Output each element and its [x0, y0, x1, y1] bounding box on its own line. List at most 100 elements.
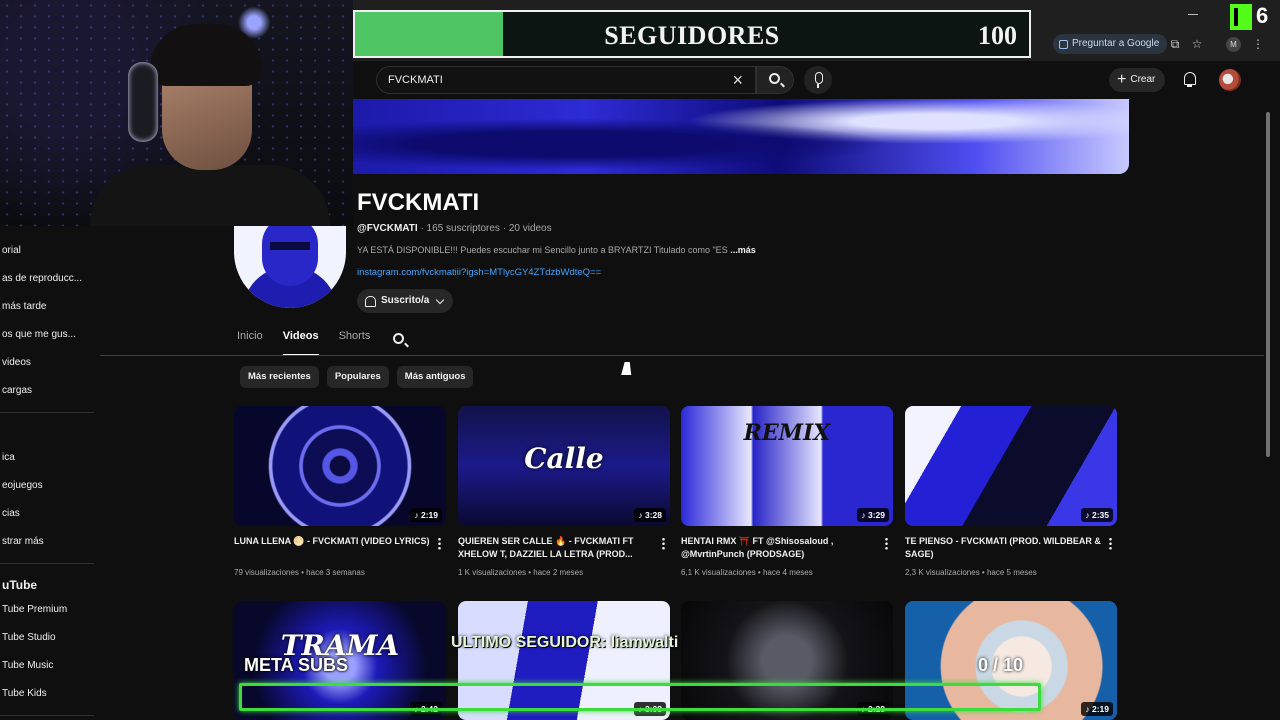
page-scrollbar[interactable] — [1266, 112, 1270, 457]
kick-logo-icon — [1230, 4, 1252, 30]
minimize-icon[interactable] — [1188, 14, 1198, 15]
notifications-bell-icon[interactable] — [1182, 71, 1198, 87]
search-button[interactable] — [756, 66, 794, 94]
video-meta: 79 visualizaciones • hace 3 semanas — [234, 568, 365, 577]
sidebar-item-history[interactable]: orial — [2, 245, 21, 256]
video-duration: ♪ 2:35 — [1081, 508, 1113, 522]
bookmark-star-icon[interactable]: ☆ — [1190, 37, 1204, 51]
channel-stats: · 165 suscriptores · 20 videos — [417, 223, 552, 234]
browser-menu-icon[interactable]: ⋮ — [1251, 37, 1265, 51]
thumbnail-text: Calle — [524, 442, 604, 475]
sidebar-item-music-app[interactable]: Tube Music — [2, 660, 53, 671]
sidebar-item-show-more[interactable]: strar más — [2, 536, 44, 547]
browser-profile-avatar[interactable]: M — [1226, 37, 1241, 52]
sidebar-item-kids[interactable]: Tube Kids — [2, 688, 47, 699]
streamer-body — [90, 165, 330, 226]
search-icon — [769, 73, 780, 84]
search-icon — [393, 333, 404, 344]
more-options-icon[interactable] — [1109, 537, 1112, 550]
webcam-overlay — [0, 0, 353, 226]
avatar-glasses — [270, 242, 310, 250]
video-meta: 2,3 K visualizaciones • hace 5 meses — [905, 568, 1037, 577]
google-lens-icon — [1059, 39, 1068, 49]
sort-chips: Más recientes Populares Más antiguos — [240, 366, 474, 388]
channel-name: FVCKMATI — [357, 189, 480, 216]
tab-shorts[interactable]: Shorts — [339, 330, 371, 354]
channel-link[interactable]: instagram.com/fvckmatiii?igsh=MTlycGY4ZT… — [357, 267, 601, 278]
create-label: Crear — [1130, 74, 1156, 85]
kick-count: 6 — [1256, 3, 1269, 28]
sidebar-item-your-videos[interactable]: videos — [2, 357, 31, 368]
more-options-icon[interactable] — [885, 537, 888, 550]
sidebar-item-liked[interactable]: os que me gus... — [2, 329, 76, 340]
channel-banner — [353, 99, 1129, 174]
sidebar-item-studio[interactable]: Tube Studio — [2, 632, 56, 643]
install-icon[interactable]: ⧉ — [1168, 37, 1182, 51]
chip-most-recent[interactable]: Más recientes — [240, 366, 319, 388]
sidebar-item-premium[interactable]: Tube Premium — [2, 604, 67, 615]
ask-google-button[interactable]: Preguntar a Google — [1053, 34, 1168, 54]
plus-icon: + — [1117, 71, 1127, 88]
create-button[interactable]: + Crear — [1109, 68, 1166, 92]
sidebar-heading-more-youtube: uTube — [2, 578, 38, 592]
clear-search-icon[interactable]: × — [732, 70, 743, 91]
meta-subs-label: META SUBS — [244, 655, 349, 675]
sidebar-item-watch-later[interactable]: más tarde — [2, 301, 46, 312]
video-title[interactable]: QUIEREN SER CALLE 🔥 - FVCKMATI FT XHELOW… — [458, 535, 654, 561]
subscribed-button[interactable]: Suscrito/a — [357, 289, 454, 313]
description-more-link[interactable]: ...más — [730, 245, 756, 255]
sidebar-divider — [0, 563, 94, 564]
sidebar-item-gaming[interactable]: eojuegos — [2, 480, 43, 491]
subs-goal-progress — [239, 683, 1041, 711]
channel-description-text: YA ESTÁ DISPONIBLE!!! Puedes escuchar mi… — [357, 245, 728, 255]
bell-icon — [365, 295, 376, 307]
headphones — [128, 62, 158, 142]
video-thumbnail[interactable]: ♪ 2:19 — [234, 406, 446, 526]
channel-tabs: Inicio Videos Shorts — [237, 330, 371, 356]
more-options-icon[interactable] — [438, 537, 441, 550]
video-meta: 6,1 K visualizaciones • hace 4 meses — [681, 568, 813, 577]
followers-goal-bar: SEGUIDORES 100 — [353, 10, 1031, 58]
video-thumbnail[interactable]: Calle ♪ 3:28 — [458, 406, 670, 526]
video-duration: ♪ 3:28 — [634, 508, 666, 522]
last-follower-label: ULTIMO SEGUIDOR: liamwalti — [451, 634, 679, 651]
channel-handle: @FVCKMATI — [357, 223, 418, 234]
video-title[interactable]: LUNA LLENA 🌕 - FVCKMATI (VIDEO LYRICS) — [234, 535, 430, 548]
chip-popular[interactable]: Populares — [326, 366, 389, 388]
sidebar-item-music[interactable]: ica — [2, 452, 15, 463]
sidebar-item-playlists[interactable]: as de reproducc... — [2, 273, 82, 284]
sidebar: orial as de reproducc... más tarde os qu… — [0, 226, 100, 720]
search-query: FVCKMATI — [388, 74, 443, 86]
tab-videos[interactable]: Videos — [282, 330, 319, 356]
followers-label: SEGUIDORES — [604, 21, 780, 50]
video-duration: ♪ 3:29 — [857, 508, 889, 522]
subs-goal-count: 0 / 10 — [978, 655, 1024, 675]
video-duration: ♪ 2:19 — [1081, 702, 1113, 716]
channel-meta: @FVCKMATI · 165 suscriptores · 20 videos — [357, 223, 552, 234]
video-duration: ♪ 2:19 — [410, 508, 442, 522]
channel-description[interactable]: YA ESTÁ DISPONIBLE!!! Puedes escuchar mi… — [357, 245, 756, 255]
subscribed-label: Suscrito/a — [381, 295, 430, 306]
youtube-topbar: FVCKMATI × + Crear — [353, 61, 1280, 99]
thumbnail-text: REMIX — [743, 420, 831, 446]
tab-home[interactable]: Inicio — [237, 330, 263, 354]
chip-oldest[interactable]: Más antiguos — [396, 366, 474, 388]
video-meta: 1 K visualizaciones • hace 2 meses — [458, 568, 584, 577]
sidebar-item-downloads[interactable]: cargas — [2, 385, 32, 396]
video-title[interactable]: HENTAI RMX ⛩️ FT @Shisosaloud , @MvrtinP… — [681, 535, 877, 561]
tabs-divider — [100, 355, 1264, 356]
sidebar-item-news[interactable]: cias — [2, 508, 20, 519]
video-thumbnail[interactable]: REMIX ♪ 3:29 — [681, 406, 893, 526]
account-avatar[interactable] — [1219, 69, 1241, 91]
more-options-icon[interactable] — [662, 537, 665, 550]
ask-google-label: Preguntar a Google — [1072, 38, 1160, 49]
avatar-face — [262, 226, 318, 286]
sidebar-divider — [0, 412, 94, 413]
video-thumbnail[interactable]: ♪ 2:35 — [905, 406, 1117, 526]
followers-count: 100 — [978, 21, 1017, 50]
search-input[interactable]: FVCKMATI × — [376, 66, 756, 94]
video-title[interactable]: TE PIENSO - FVCKMATI (PROD. WILDBEAR & S… — [905, 535, 1101, 561]
channel-avatar[interactable] — [234, 226, 346, 308]
voice-search-icon[interactable] — [804, 66, 832, 94]
mouse-cursor — [621, 362, 635, 375]
